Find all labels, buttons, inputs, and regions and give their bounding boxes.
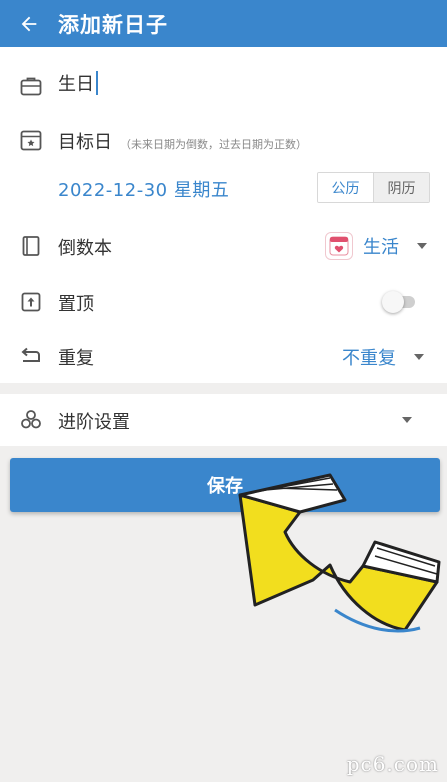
watermark-text: pc6.com (346, 752, 439, 776)
pin-label: 置顶 (58, 294, 94, 315)
advanced-settings-label: 进阶设置 (58, 412, 130, 433)
repeat-selector[interactable]: 不重复 (342, 344, 424, 370)
repeat-icon (21, 347, 40, 362)
heart-calendar-icon (325, 232, 353, 260)
target-date-value[interactable]: 2022-12-30 星期五 (58, 176, 229, 202)
event-name-value: 生日 (58, 74, 94, 95)
book-selector[interactable]: 生活 (325, 232, 427, 260)
switch-knob (382, 291, 404, 313)
target-date-label: 目标日 (58, 132, 112, 153)
chevron-down-icon (402, 417, 412, 423)
pin-top-icon (21, 292, 41, 312)
chevron-down-icon (417, 243, 427, 249)
page-title: 添加新日子 (58, 12, 168, 37)
watermark-logo: pc6.com (347, 752, 439, 776)
advanced-settings-row[interactable]: 进阶设置 (0, 394, 447, 446)
calendar-icon (20, 130, 42, 151)
book-icon (22, 236, 40, 256)
target-date-label-row: 目标日 （未来日期为倒数，过去日期为正数） (58, 128, 307, 154)
book-value: 生活 (363, 237, 399, 258)
pin-toggle-switch[interactable] (382, 291, 418, 313)
form-card (0, 47, 447, 383)
chevron-down-icon (414, 354, 424, 360)
cubes-icon (21, 410, 41, 429)
arrow-left-icon (21, 16, 37, 31)
solar-calendar-option[interactable]: 公历 (318, 173, 374, 202)
app-bar: 添加新日子 (0, 0, 447, 47)
repeat-value: 不重复 (342, 348, 396, 369)
target-date-hint: （未来日期为倒数，过去日期为正数） (120, 138, 307, 151)
text-cursor (96, 71, 98, 95)
book-label: 倒数本 (58, 238, 112, 259)
back-button[interactable] (0, 0, 58, 47)
repeat-label: 重复 (58, 348, 94, 369)
event-name-input[interactable]: 生日 (58, 70, 98, 96)
calendar-type-toggle: 公历 阴历 (317, 172, 430, 203)
pointer-arrow-illustration (238, 473, 441, 633)
lunar-calendar-option[interactable]: 阴历 (374, 173, 429, 202)
briefcase-icon (20, 77, 42, 96)
